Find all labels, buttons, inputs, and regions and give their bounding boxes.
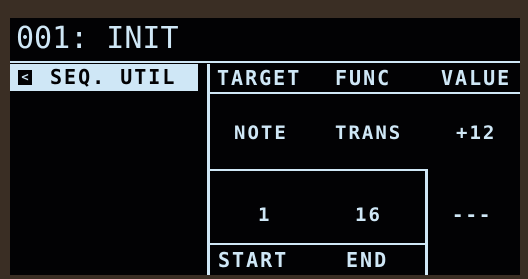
range-value-empty: --- bbox=[452, 204, 493, 226]
header-divider bbox=[207, 92, 520, 94]
target-value[interactable]: NOTE bbox=[234, 121, 288, 145]
range-box-right bbox=[425, 169, 428, 275]
range-end-label: END bbox=[346, 248, 389, 272]
column-header-target: TARGET bbox=[217, 66, 302, 90]
title-divider bbox=[10, 61, 520, 63]
back-arrow-icon[interactable]: < bbox=[18, 70, 32, 85]
column-header-func: FUNC bbox=[335, 66, 392, 90]
range-start-value[interactable]: 1 bbox=[258, 203, 271, 227]
range-end-value[interactable]: 16 bbox=[355, 203, 382, 227]
range-box-bottom bbox=[207, 243, 428, 245]
lcd-screen: 001: INIT < SEQ. UTIL TARGET FUNC VALUE … bbox=[10, 18, 520, 275]
page-tab-seq-util[interactable]: < SEQ. UTIL bbox=[10, 64, 198, 91]
range-box-top bbox=[207, 169, 428, 171]
value-amount[interactable]: +12 bbox=[456, 121, 496, 145]
device-bezel: 001: INIT < SEQ. UTIL TARGET FUNC VALUE … bbox=[0, 0, 528, 279]
patch-title: 001: INIT bbox=[16, 21, 179, 56]
page-tab-label: SEQ. UTIL bbox=[50, 65, 177, 89]
range-start-label: START bbox=[218, 248, 289, 272]
func-value[interactable]: TRANS bbox=[335, 121, 402, 145]
column-header-value: VALUE bbox=[441, 66, 512, 90]
